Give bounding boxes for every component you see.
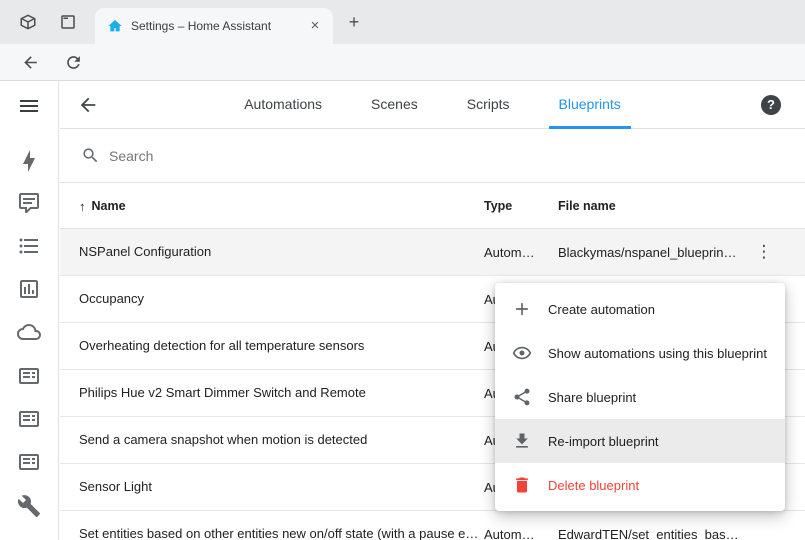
- menu-item-show-automations[interactable]: Show automations using this blueprint: [495, 331, 785, 375]
- tab-scripts[interactable]: Scripts: [457, 81, 520, 129]
- sidebar-item-server-1[interactable]: [17, 364, 41, 388]
- sidebar-item-logbook[interactable]: [17, 191, 41, 215]
- menu-item-share-blueprint[interactable]: Share blueprint: [495, 375, 785, 419]
- tab-actions-icon[interactable]: [59, 13, 77, 31]
- row-name: Occupancy: [79, 276, 144, 322]
- ha-sidebar: [0, 81, 59, 540]
- wrench-icon: [17, 494, 41, 518]
- table-row[interactable]: NSPanel Configuration Autom… Blackymas/n…: [60, 229, 805, 276]
- help-icon[interactable]: ?: [761, 95, 781, 115]
- workspaces-icon[interactable]: [19, 13, 37, 31]
- blueprint-context-menu: Create automation Show automations using…: [495, 283, 785, 511]
- row-name: Overheating detection for all temperatur…: [79, 323, 364, 369]
- row-overflow-menu-icon[interactable]: ⋮: [754, 229, 774, 275]
- chart-box-icon: [17, 277, 41, 301]
- back-icon[interactable]: [21, 53, 40, 72]
- sidebar-item-energy[interactable]: [17, 149, 41, 173]
- browser-tab[interactable]: Settings – Home Assistant ×: [95, 8, 333, 44]
- sidebar-item-developer-tools[interactable]: [17, 494, 41, 518]
- new-tab-button[interactable]: +: [343, 12, 365, 34]
- tab-blueprints[interactable]: Blueprints: [549, 81, 631, 129]
- row-file: Blackymas/nspanel_blueprin…: [558, 229, 743, 275]
- lightning-bolt-icon: [17, 149, 41, 173]
- trash-icon: [512, 475, 532, 495]
- column-header-file[interactable]: File name: [558, 183, 616, 229]
- browser-toolbar: Not secure homeassistant.local:8123/... …: [0, 44, 805, 81]
- sort-ascending-icon: ↑: [79, 199, 86, 214]
- sidebar-item-history[interactable]: [17, 277, 41, 301]
- search-row: [60, 129, 805, 183]
- table-row[interactable]: Set entities based on other entities new…: [60, 511, 805, 540]
- row-name: Send a camera snapshot when motion is de…: [79, 417, 367, 463]
- server-icon: [17, 407, 41, 431]
- column-header-type[interactable]: Type: [484, 183, 512, 229]
- row-name: Set entities based on other entities new…: [79, 511, 481, 540]
- eye-icon: [512, 343, 532, 363]
- window-minimize-button[interactable]: [720, 0, 750, 44]
- search-icon: [81, 146, 100, 165]
- message-icon: [17, 191, 41, 215]
- sidebar-item-todo[interactable]: [17, 234, 41, 258]
- window-maximize-button[interactable]: [764, 0, 794, 44]
- download-icon: [512, 431, 532, 451]
- tab-close-icon[interactable]: ×: [306, 17, 324, 35]
- server-icon: [17, 450, 41, 474]
- tab-scenes[interactable]: Scenes: [361, 81, 428, 129]
- browser-titlebar: Settings – Home Assistant × +: [0, 0, 805, 44]
- menu-item-delete-blueprint[interactable]: Delete blueprint: [495, 463, 785, 507]
- sidebar-menu-icon[interactable]: [17, 94, 41, 118]
- sidebar-item-server-3[interactable]: [17, 450, 41, 474]
- menu-item-create-automation[interactable]: Create automation: [495, 287, 785, 331]
- column-header-name[interactable]: ↑ Name: [79, 183, 126, 229]
- list-icon: [17, 234, 41, 258]
- search-input[interactable]: [109, 148, 409, 164]
- row-name: Sensor Light: [79, 464, 152, 510]
- server-icon: [17, 364, 41, 388]
- row-name: Philips Hue v2 Smart Dimmer Switch and R…: [79, 370, 366, 416]
- ha-tab-bar: Automations Scenes Scripts Blueprints: [60, 81, 805, 129]
- row-name: NSPanel Configuration: [79, 229, 211, 275]
- home-assistant-favicon: [107, 18, 123, 34]
- cloud-icon: [17, 320, 41, 344]
- ha-header: Automations Scenes Scripts Blueprints ?: [60, 81, 805, 129]
- tab-automations[interactable]: Automations: [234, 81, 332, 129]
- share-icon: [512, 387, 532, 407]
- sidebar-item-server-2[interactable]: [17, 407, 41, 431]
- row-file: EdwardTEN/set_entities_bas…: [558, 511, 743, 540]
- row-type: Autom…: [484, 511, 554, 540]
- table-header: ↑ Name Type File name: [60, 183, 805, 229]
- row-type: Autom…: [484, 229, 554, 275]
- menu-item-reimport-blueprint[interactable]: Re-import blueprint: [495, 419, 785, 463]
- refresh-icon[interactable]: [64, 53, 83, 72]
- tab-title: Settings – Home Assistant: [131, 19, 298, 33]
- screen: Settings – Home Assistant × + Not secure…: [0, 0, 805, 540]
- sidebar-item-cloud[interactable]: [17, 320, 41, 344]
- plus-icon: [512, 299, 532, 319]
